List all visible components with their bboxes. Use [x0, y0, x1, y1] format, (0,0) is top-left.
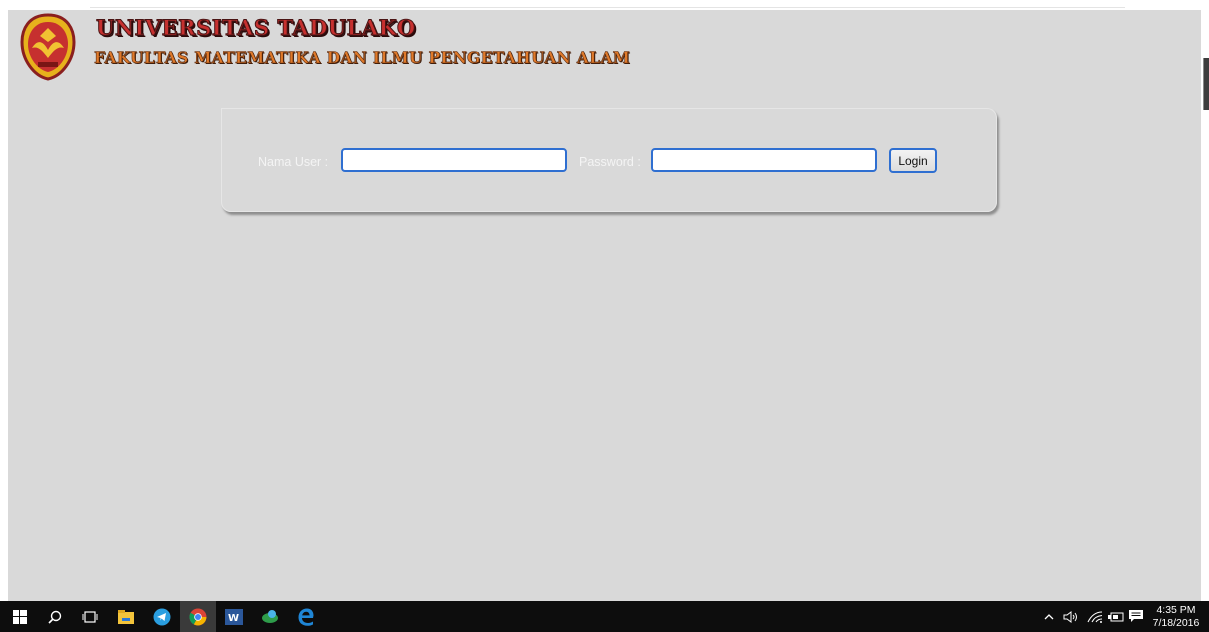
site-header: UNIVERSITAS TADULAKO FAKULTAS MATEMATIKA… — [18, 12, 778, 88]
notification-icon[interactable] — [1126, 601, 1146, 632]
password-input[interactable] — [651, 148, 877, 172]
faculty-subtitle: FAKULTAS MATEMATIKA DAN ILMU PENGETAHUAN… — [94, 48, 631, 68]
system-clock[interactable]: 4:35 PM 7/18/2016 — [1147, 604, 1205, 630]
search-icon[interactable] — [37, 601, 73, 632]
side-scroll-widget[interactable] — [1203, 58, 1209, 110]
network-app-icon[interactable] — [252, 601, 288, 632]
chrome-icon[interactable] — [180, 601, 216, 632]
clock-date: 7/18/2016 — [1152, 617, 1200, 629]
chevron-up-icon[interactable] — [1040, 601, 1058, 632]
edge-icon[interactable] — [288, 601, 324, 632]
username-input[interactable] — [341, 148, 567, 172]
username-label: Nama User : — [258, 155, 329, 169]
telegram-icon[interactable] — [144, 601, 180, 632]
browser-toolbar-edge — [90, 7, 1125, 8]
clock-time: 4:35 PM — [1156, 604, 1196, 616]
battery-icon[interactable] — [1106, 601, 1126, 632]
svg-text:W: W — [228, 613, 239, 624]
windows-start-icon[interactable] — [2, 601, 38, 632]
windows-taskbar: W 4:35 PM 7/18/2016 — [0, 601, 1209, 632]
wifi-icon[interactable] — [1084, 601, 1106, 632]
login-button[interactable]: Login — [889, 148, 937, 173]
word-icon[interactable]: W — [216, 601, 252, 632]
volume-icon[interactable] — [1060, 601, 1082, 632]
university-logo — [20, 13, 76, 81]
task-view-icon[interactable] — [72, 601, 108, 632]
browser-viewport: UNIVERSITAS TADULAKO FAKULTAS MATEMATIKA… — [0, 0, 1209, 601]
university-title: UNIVERSITAS TADULAKO — [96, 15, 416, 41]
password-label: Password : — [579, 155, 641, 169]
file-explorer-icon[interactable] — [108, 601, 144, 632]
page-body: UNIVERSITAS TADULAKO FAKULTAS MATEMATIKA… — [8, 10, 1201, 601]
login-panel: Nama User : Password : Login — [221, 108, 997, 212]
